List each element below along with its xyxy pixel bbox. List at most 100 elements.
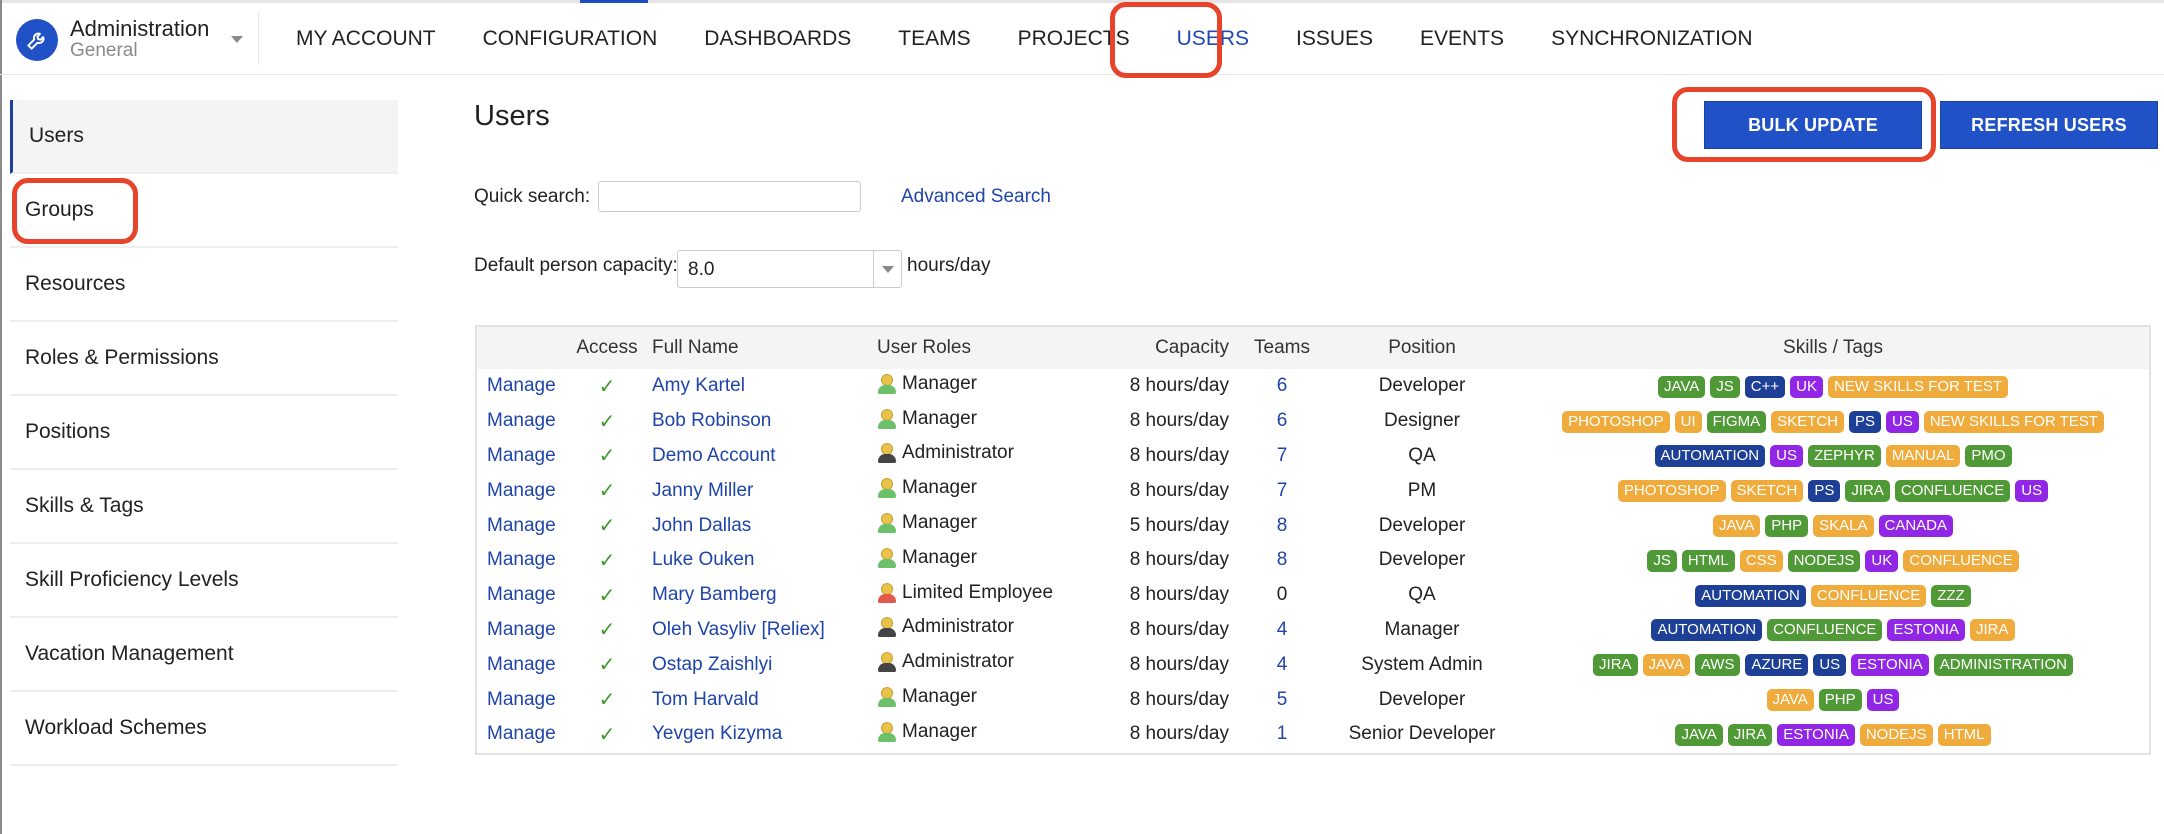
sidebar-item-users[interactable]: Users bbox=[10, 100, 398, 174]
user-teams-count[interactable]: 1 bbox=[1277, 723, 1288, 744]
bulk-update-button[interactable]: BULK UPDATE bbox=[1704, 101, 1922, 149]
app-switcher[interactable]: Administration General bbox=[16, 16, 244, 62]
sidebar-item-groups[interactable]: Groups bbox=[10, 174, 398, 248]
table-row: Manage ✓ Ostap Zaishlyi Administrator 8 hour… bbox=[477, 647, 2149, 682]
refresh-users-button[interactable]: REFRESH USERS bbox=[1940, 101, 2158, 149]
sidebar-item-label: Skill Proficiency Levels bbox=[25, 568, 239, 591]
nav-tab-teams[interactable]: TEAMS bbox=[898, 27, 970, 51]
user-role: Manager bbox=[902, 686, 977, 708]
user-teams-count[interactable]: 7 bbox=[1277, 480, 1288, 501]
user-teams-count[interactable]: 5 bbox=[1277, 689, 1288, 710]
nav-tab-issues[interactable]: ISSUES bbox=[1296, 27, 1373, 51]
user-name-link[interactable]: Tom Harvald bbox=[652, 689, 759, 710]
user-position: Senior Developer bbox=[1348, 723, 1496, 745]
user-teams-count[interactable]: 6 bbox=[1277, 375, 1288, 396]
manage-link[interactable]: Manage bbox=[487, 515, 556, 536]
user-position: Developer bbox=[1378, 688, 1466, 710]
manage-link[interactable]: Manage bbox=[487, 619, 556, 640]
skill-tag: CONFLUENCE bbox=[1810, 584, 1927, 607]
manager-role-icon bbox=[877, 373, 897, 394]
manager-role-icon bbox=[877, 721, 897, 742]
sidebar-item-skills-tags[interactable]: Skills & Tags bbox=[10, 470, 398, 544]
column-header-manage bbox=[477, 327, 562, 369]
sidebar-item-label: Workload Schemes bbox=[25, 716, 207, 739]
user-teams-count[interactable]: 8 bbox=[1277, 549, 1288, 570]
user-teams-count[interactable]: 6 bbox=[1277, 410, 1288, 431]
skill-tag: JIRA bbox=[1727, 723, 1773, 746]
nav-tab-configuration[interactable]: CONFIGURATION bbox=[483, 27, 658, 51]
skill-tag: AZURE bbox=[1745, 654, 1809, 677]
access-check-icon: ✓ bbox=[598, 549, 616, 572]
column-header-position[interactable]: Position bbox=[1327, 327, 1517, 369]
manage-link[interactable]: Manage bbox=[487, 445, 556, 466]
user-name-link[interactable]: Mary Bamberg bbox=[652, 584, 777, 605]
column-header-capacity[interactable]: Capacity bbox=[1107, 327, 1237, 369]
dropdown-arrow-icon[interactable] bbox=[873, 251, 901, 287]
column-header-skills-tags[interactable]: Skills / Tags bbox=[1517, 327, 2149, 369]
nav-tab-my-account[interactable]: MY ACCOUNT bbox=[296, 27, 436, 51]
skill-tag: HTML bbox=[1937, 723, 1991, 746]
user-name-link[interactable]: Demo Account bbox=[652, 445, 776, 466]
user-name-link[interactable]: Ostap Zaishlyi bbox=[652, 654, 772, 675]
user-teams-count[interactable]: 4 bbox=[1277, 619, 1288, 640]
skill-tag: UK bbox=[1790, 375, 1823, 398]
user-position: Manager bbox=[1384, 618, 1460, 640]
column-header-access[interactable]: Access bbox=[562, 327, 652, 369]
main-nav: MY ACCOUNT CONFIGURATION DASHBOARDS TEAMS PR… bbox=[296, 3, 1800, 75]
skill-tag: HTML bbox=[1681, 549, 1735, 572]
column-header-user-roles[interactable]: User Roles bbox=[877, 327, 1107, 369]
skill-tag: ADMINISTRATION bbox=[1933, 654, 2073, 677]
skill-tags: AUTOMATION CONFLUENCE ZZZ bbox=[1695, 584, 1971, 607]
manager-role-icon bbox=[877, 478, 897, 499]
user-name-link[interactable]: Yevgen Kizyma bbox=[652, 723, 782, 744]
table-row: Manage ✓ John Dallas Manager 5 hours/day 8 Dev… bbox=[477, 508, 2149, 543]
user-name-link[interactable]: Bob Robinson bbox=[652, 410, 771, 431]
manage-link[interactable]: Manage bbox=[487, 654, 556, 675]
manage-link[interactable]: Manage bbox=[487, 689, 556, 710]
skill-tag: PMO bbox=[1965, 445, 2012, 468]
manage-link[interactable]: Manage bbox=[487, 375, 556, 396]
user-teams-count[interactable]: 4 bbox=[1277, 654, 1288, 675]
sidebar-item-roles-permissions[interactable]: Roles & Permissions bbox=[10, 322, 398, 396]
sidebar-item-vacation-management[interactable]: Vacation Management bbox=[10, 618, 398, 692]
nav-tab-synchronization[interactable]: SYNCHRONIZATION bbox=[1551, 27, 1752, 51]
user-name-link[interactable]: Oleh Vasyliv [Reliex] bbox=[652, 619, 825, 640]
skill-tag: PHOTOSHOP bbox=[1617, 480, 1726, 503]
sidebar-item-workload-schemes[interactable]: Workload Schemes bbox=[10, 692, 398, 766]
chevron-down-icon bbox=[231, 36, 244, 44]
table-row: Manage ✓ Oleh Vasyliv [Reliex] Administrato… bbox=[477, 613, 2149, 648]
nav-tab-dashboards[interactable]: DASHBOARDS bbox=[704, 27, 851, 51]
default-capacity-select[interactable]: 8.0 bbox=[677, 250, 902, 288]
nav-tab-users[interactable]: USERS bbox=[1177, 27, 1249, 51]
manage-link[interactable]: Manage bbox=[487, 480, 556, 501]
sidebar-item-resources[interactable]: Resources bbox=[10, 248, 398, 322]
user-teams-count[interactable]: 7 bbox=[1277, 445, 1288, 466]
user-teams-count[interactable]: 8 bbox=[1277, 515, 1288, 536]
manage-link[interactable]: Manage bbox=[487, 410, 556, 431]
user-position: PM bbox=[1407, 479, 1437, 501]
admin-role-icon bbox=[877, 652, 897, 673]
access-check-icon: ✓ bbox=[598, 515, 616, 538]
manage-link[interactable]: Manage bbox=[487, 549, 556, 570]
user-name-link[interactable]: John Dallas bbox=[652, 515, 751, 536]
access-check-icon: ✓ bbox=[598, 375, 616, 398]
table-row: Manage ✓ Amy Kartel Manager 8 hours/day 6 Deve… bbox=[477, 369, 2149, 404]
column-header-teams[interactable]: Teams bbox=[1237, 327, 1327, 369]
user-name-link[interactable]: Amy Kartel bbox=[652, 375, 745, 396]
nav-tab-projects[interactable]: PROJECTS bbox=[1018, 27, 1130, 51]
user-name-link[interactable]: Luke Ouken bbox=[652, 549, 754, 570]
skill-tag: AUTOMATION bbox=[1651, 619, 1763, 642]
access-check-icon: ✓ bbox=[598, 480, 616, 503]
sidebar-item-positions[interactable]: Positions bbox=[10, 396, 398, 470]
user-name-link[interactable]: Janny Miller bbox=[652, 480, 753, 501]
skill-tag: NEW SKILLS FOR TEST bbox=[1923, 410, 2104, 433]
manage-link[interactable]: Manage bbox=[487, 723, 556, 744]
column-header-full-name[interactable]: Full Name bbox=[652, 327, 877, 369]
quick-search-input[interactable] bbox=[598, 181, 861, 212]
sidebar-item-skill-proficiency-levels[interactable]: Skill Proficiency Levels bbox=[10, 544, 398, 618]
skill-tags: AUTOMATION CONFLUENCE ESTONIA JIRA bbox=[1651, 619, 2015, 642]
advanced-search-link[interactable]: Advanced Search bbox=[901, 186, 1051, 208]
skill-tag: JAVA bbox=[1712, 515, 1761, 538]
manage-link[interactable]: Manage bbox=[487, 584, 556, 605]
nav-tab-events[interactable]: EVENTS bbox=[1420, 27, 1504, 51]
